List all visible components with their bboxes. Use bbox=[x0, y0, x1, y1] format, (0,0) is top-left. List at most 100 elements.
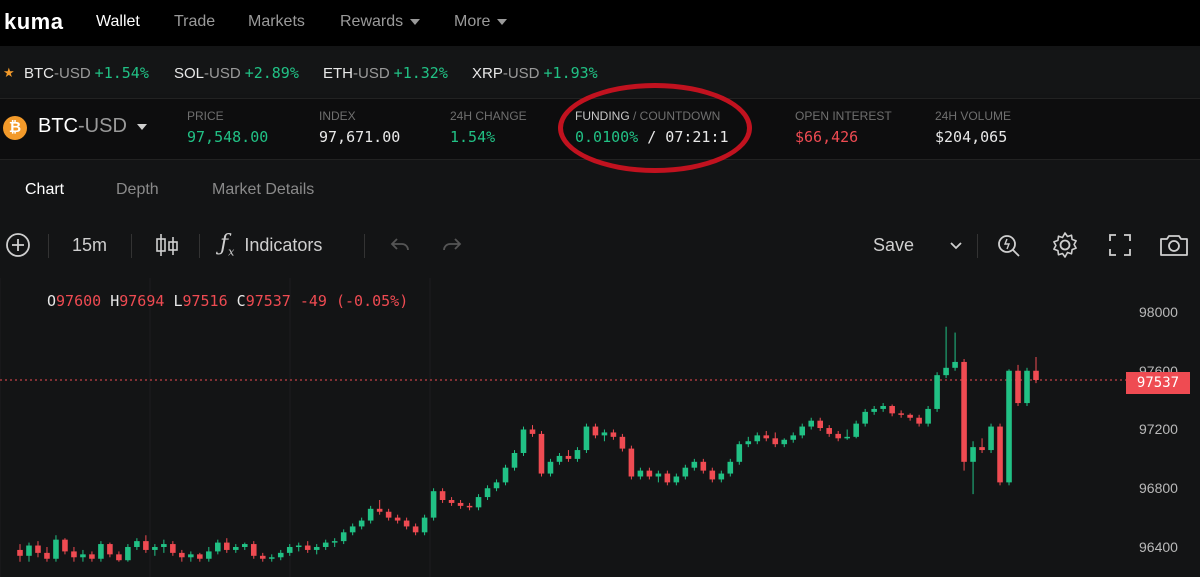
candle bbox=[763, 430, 770, 442]
candle bbox=[286, 544, 293, 556]
candle-body bbox=[925, 408, 931, 424]
candle-body bbox=[367, 508, 374, 521]
candle bbox=[862, 408, 868, 427]
nav-markets[interactable]: Markets bbox=[248, 13, 305, 31]
candle-body bbox=[17, 549, 23, 556]
candle-body bbox=[448, 500, 455, 503]
ohlc-legend: O97600 H97694 L97516 C97537 -49 (-0.05%) bbox=[47, 292, 409, 310]
candle bbox=[574, 447, 581, 462]
candle bbox=[313, 544, 320, 555]
candle-body bbox=[817, 420, 823, 429]
nav-rewards[interactable]: Rewards bbox=[340, 13, 421, 31]
candle bbox=[457, 500, 464, 509]
candle bbox=[664, 470, 671, 486]
candle bbox=[107, 542, 113, 558]
candle bbox=[403, 517, 410, 530]
candle-body bbox=[511, 453, 518, 468]
redo-button[interactable] bbox=[440, 224, 464, 266]
undo-icon bbox=[390, 238, 409, 251]
ticker-item-xrp[interactable]: XRP-USD +1.93% bbox=[472, 64, 598, 82]
candle bbox=[547, 458, 554, 477]
chevron-down-icon bbox=[410, 18, 421, 25]
search-icon bbox=[998, 235, 1020, 257]
fullscreen-icon bbox=[1109, 234, 1131, 256]
fullscreen-button[interactable] bbox=[1106, 224, 1134, 266]
tab-chart[interactable]: Chart bbox=[25, 181, 64, 199]
candle bbox=[925, 406, 931, 427]
candle bbox=[197, 552, 203, 562]
nav-wallet[interactable]: Wallet bbox=[96, 13, 140, 31]
tab-depth[interactable]: Depth bbox=[116, 181, 159, 199]
chevron-down-icon bbox=[136, 123, 147, 130]
candle-body bbox=[268, 557, 275, 559]
save-menu-dropdown[interactable] bbox=[948, 224, 964, 266]
candle-type-button[interactable] bbox=[154, 224, 180, 266]
chevron-down-icon bbox=[950, 242, 962, 250]
pair-selector[interactable]: BTC-USD bbox=[38, 115, 147, 138]
candle-body bbox=[98, 544, 104, 559]
ticker-item-btc[interactable]: BTC-USD +1.54% bbox=[24, 64, 149, 82]
candle-body bbox=[116, 554, 122, 561]
candle-body bbox=[125, 547, 131, 561]
candle-body bbox=[970, 447, 976, 462]
candle bbox=[916, 414, 922, 427]
candle-body bbox=[961, 361, 967, 462]
candle bbox=[700, 458, 707, 474]
brand-logo[interactable]: kuma bbox=[4, 9, 63, 35]
ticker-item-sol[interactable]: SOL-USD +2.89% bbox=[174, 64, 299, 82]
candle bbox=[304, 541, 311, 553]
candle-body bbox=[664, 473, 671, 483]
candle-body bbox=[718, 473, 725, 480]
candle bbox=[979, 438, 985, 453]
candle-body bbox=[26, 545, 32, 556]
candle-body bbox=[988, 426, 994, 451]
candle-body bbox=[286, 547, 293, 553]
candle-body bbox=[430, 491, 437, 518]
candle-body bbox=[340, 532, 347, 542]
candle bbox=[493, 479, 500, 492]
candle bbox=[691, 458, 698, 471]
candle-body bbox=[781, 439, 788, 445]
candle-body bbox=[574, 450, 581, 459]
nav-trade[interactable]: Trade bbox=[174, 13, 215, 31]
candle bbox=[610, 429, 617, 440]
candle bbox=[62, 538, 68, 555]
ticker-item-eth[interactable]: ETH-USD +1.32% bbox=[323, 64, 448, 82]
candle bbox=[754, 432, 761, 445]
candle bbox=[1024, 367, 1030, 406]
settings-button[interactable] bbox=[1050, 224, 1080, 266]
interval-selector[interactable]: 15m bbox=[72, 224, 107, 266]
candle-body bbox=[673, 476, 680, 483]
candle bbox=[655, 470, 662, 483]
candle bbox=[412, 523, 419, 536]
candle-body bbox=[979, 447, 985, 451]
save-layout-button[interactable]: Save bbox=[873, 224, 914, 266]
undo-button[interactable] bbox=[388, 224, 412, 266]
screenshot-button[interactable] bbox=[1158, 224, 1190, 266]
candle-body bbox=[170, 544, 176, 553]
candle bbox=[1006, 369, 1012, 486]
search-symbol-button[interactable] bbox=[995, 224, 1023, 266]
favorite-star-icon[interactable]: ★ bbox=[3, 65, 15, 81]
nav-more[interactable]: More bbox=[454, 13, 508, 31]
candle-body bbox=[89, 554, 95, 559]
indicators-button[interactable]: ƒx Indicators bbox=[220, 224, 322, 266]
candle-body bbox=[538, 433, 545, 474]
candle-body bbox=[304, 545, 311, 550]
candle-body bbox=[907, 414, 913, 418]
add-drawing-button[interactable] bbox=[4, 224, 32, 266]
price-chart[interactable] bbox=[0, 278, 1200, 577]
candle-body bbox=[1024, 370, 1030, 404]
camera-icon bbox=[1160, 235, 1188, 256]
candle bbox=[224, 538, 230, 553]
candle bbox=[367, 505, 374, 524]
candle-body bbox=[1006, 370, 1012, 483]
candle bbox=[35, 541, 41, 558]
candle-body bbox=[592, 426, 599, 436]
stat-funding: FUNDING / COUNTDOWN 0.0100% / 07:21:1 bbox=[575, 109, 729, 146]
tab-market-details[interactable]: Market Details bbox=[212, 181, 314, 199]
candle-body bbox=[44, 552, 50, 559]
function-icon: ƒx bbox=[220, 231, 235, 259]
candle bbox=[250, 541, 257, 559]
candle bbox=[394, 514, 401, 524]
